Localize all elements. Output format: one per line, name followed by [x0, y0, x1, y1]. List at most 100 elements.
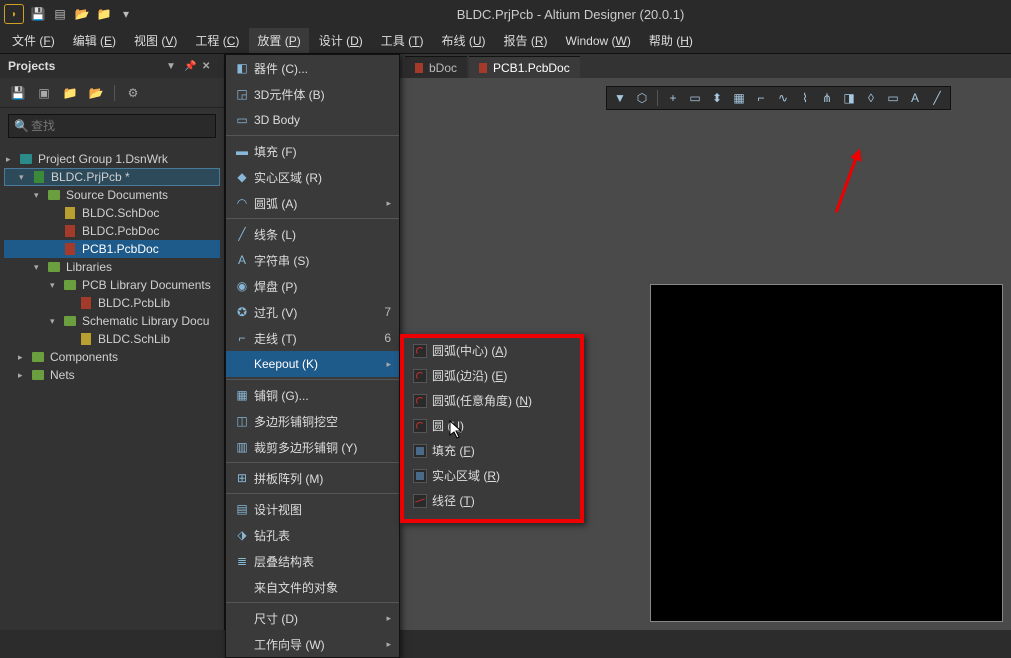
- menu-item[interactable]: ╱线条 (L): [226, 221, 399, 247]
- menu-item[interactable]: ◉焊盘 (P): [226, 273, 399, 299]
- menu-r[interactable]: 报告 (R): [496, 28, 556, 53]
- save-icon[interactable]: 💾: [30, 6, 46, 22]
- tree-node[interactable]: ▾Libraries: [4, 258, 220, 276]
- projects-panel: Projects ▼ 📌 ✕ 💾 ▣ 📁 📂 ⚙ 🔍 ▸Project Grou…: [0, 54, 225, 630]
- toolbar-btn-0[interactable]: ▼: [611, 89, 629, 107]
- tree-node[interactable]: BLDC.PcbLib: [4, 294, 220, 312]
- menu-c[interactable]: 工程 (C): [187, 28, 247, 53]
- menu-item[interactable]: 工作向导 (W)▸: [226, 631, 399, 657]
- open2-icon[interactable]: 📁: [96, 6, 112, 22]
- menu-item[interactable]: ≣层叠结构表: [226, 548, 399, 574]
- tab[interactable]: bDoc: [405, 56, 467, 78]
- search-icon: 🔍: [14, 119, 29, 133]
- menu-item[interactable]: ◲3D元件体 (B): [226, 81, 399, 107]
- title-bar: ◗ 💾 ▤ 📂 📁 ▾ BLDC.PrjPcb - Altium Designe…: [0, 0, 1011, 28]
- tree-node[interactable]: ▸Components: [4, 348, 220, 366]
- toolbar-btn-4[interactable]: ▭: [686, 89, 704, 107]
- tree-node[interactable]: ▾Schematic Library Docu: [4, 312, 220, 330]
- menu-v[interactable]: 视图 (V): [126, 28, 185, 53]
- project-tree[interactable]: ▸Project Group 1.DsnWrk▾BLDC.PrjPcb *▾So…: [0, 144, 224, 390]
- toolbar-btn-12[interactable]: ◊: [862, 89, 880, 107]
- menu-item[interactable]: A字符串 (S): [226, 247, 399, 273]
- menu-item[interactable]: ◆实心区域 (R): [226, 164, 399, 190]
- tree-node[interactable]: ▾BLDC.PrjPcb *: [4, 168, 220, 186]
- tree-node[interactable]: ▸Nets: [4, 366, 220, 384]
- search-input[interactable]: [8, 114, 216, 138]
- toolbar-btn-6[interactable]: ▦: [730, 89, 748, 107]
- more-icon[interactable]: ▾: [118, 6, 134, 22]
- toolbar-btn-1[interactable]: ⬡: [633, 89, 651, 107]
- menu-bar: 文件 (F)编辑 (E)视图 (V)工程 (C)放置 (P)设计 (D)工具 (…: [0, 28, 1011, 54]
- keepout-submenu[interactable]: 圆弧(中心) (A)圆弧(边沿) (E)圆弧(任意角度) (N)圆 (U)填充 …: [400, 334, 584, 523]
- save-all-icon[interactable]: ▤: [52, 6, 68, 22]
- save-proj-icon[interactable]: 💾: [10, 85, 26, 101]
- toolbar-btn-11[interactable]: ◨: [840, 89, 858, 107]
- toolbar-btn-9[interactable]: ⌇: [796, 89, 814, 107]
- toolbar-btn-7[interactable]: ⌐: [752, 89, 770, 107]
- menu-item[interactable]: ⌐走线 (T)6: [226, 325, 399, 351]
- menu-w[interactable]: Window (W): [558, 30, 639, 52]
- submenu-item[interactable]: 线径 (T): [404, 488, 580, 513]
- menu-item[interactable]: ▬填充 (F): [226, 138, 399, 164]
- folder-icon[interactable]: 📁: [62, 85, 78, 101]
- toolbar-btn-13[interactable]: ▭: [884, 89, 902, 107]
- menu-item[interactable]: ⊞拼板阵列 (M): [226, 465, 399, 491]
- quick-access-toolbar: 💾 ▤ 📂 📁 ▾: [30, 6, 134, 22]
- submenu-item[interactable]: 圆弧(中心) (A): [404, 338, 580, 363]
- close-panel-icon[interactable]: ✕: [202, 61, 216, 72]
- menu-item[interactable]: 尺寸 (D)▸: [226, 605, 399, 631]
- pin-icon[interactable]: ▼: [166, 61, 180, 72]
- menu-item[interactable]: ▦铺铜 (G)...: [226, 382, 399, 408]
- menu-e[interactable]: 编辑 (E): [65, 28, 124, 53]
- menu-item[interactable]: ◧器件 (C)...: [226, 55, 399, 81]
- editor-toolbar: ▼⬡+▭⬍▦⌐∿⌇⋔◨◊▭A╱: [606, 86, 951, 110]
- toolbar-btn-3[interactable]: +: [664, 89, 682, 107]
- panel-title: Projects: [8, 59, 55, 73]
- panel-toolbar: 💾 ▣ 📁 📂 ⚙: [0, 78, 224, 108]
- submenu-item[interactable]: 实心区域 (R): [404, 463, 580, 488]
- menu-item[interactable]: ⬗钻孔表: [226, 522, 399, 548]
- menu-item[interactable]: ▤设计视图: [226, 496, 399, 522]
- menu-item[interactable]: ◫多边形铺铜挖空: [226, 408, 399, 434]
- tree-node[interactable]: BLDC.SchDoc: [4, 204, 220, 222]
- settings-icon[interactable]: ⚙: [125, 85, 141, 101]
- toolbar-btn-8[interactable]: ∿: [774, 89, 792, 107]
- folder2-icon[interactable]: 📂: [88, 85, 104, 101]
- tree-node[interactable]: ▾Source Documents: [4, 186, 220, 204]
- menu-item[interactable]: 来自文件的对象: [226, 574, 399, 600]
- menu-item[interactable]: ▥裁剪多边形铺铜 (Y): [226, 434, 399, 460]
- toolbar-btn-5[interactable]: ⬍: [708, 89, 726, 107]
- menu-h[interactable]: 帮助 (H): [641, 28, 701, 53]
- pcb-canvas[interactable]: [650, 284, 1003, 622]
- tree-node[interactable]: BLDC.SchLib: [4, 330, 220, 348]
- open-icon[interactable]: 📂: [74, 6, 90, 22]
- menu-d[interactable]: 设计 (D): [311, 28, 371, 53]
- menu-f[interactable]: 文件 (F): [4, 28, 63, 53]
- panel-header: Projects ▼ 📌 ✕: [0, 54, 224, 78]
- menu-p[interactable]: 放置 (P): [249, 28, 308, 53]
- app-logo-icon: ◗: [4, 4, 24, 24]
- tree-node[interactable]: PCB1.PcbDoc: [4, 240, 220, 258]
- dropdown-icon[interactable]: 📌: [184, 61, 198, 72]
- menu-item[interactable]: ▭3D Body: [226, 107, 399, 133]
- submenu-item[interactable]: 填充 (F): [404, 438, 580, 463]
- place-menu-dropdown[interactable]: ◧器件 (C)...◲3D元件体 (B)▭3D Body ▬填充 (F)◆实心区域…: [225, 54, 400, 658]
- annotation-arrow: [835, 155, 858, 212]
- submenu-item[interactable]: 圆弧(边沿) (E): [404, 363, 580, 388]
- menu-u[interactable]: 布线 (U): [433, 28, 493, 53]
- menu-item[interactable]: ◠圆弧 (A)▸: [226, 190, 399, 216]
- submenu-item[interactable]: 圆弧(任意角度) (N): [404, 388, 580, 413]
- toolbar-btn-10[interactable]: ⋔: [818, 89, 836, 107]
- menu-item[interactable]: Keepout (K)▸: [226, 351, 399, 377]
- menu-t[interactable]: 工具 (T): [373, 28, 432, 53]
- menu-item[interactable]: ✪过孔 (V)7: [226, 299, 399, 325]
- tree-node[interactable]: ▾PCB Library Documents: [4, 276, 220, 294]
- window-title: BLDC.PrjPcb - Altium Designer (20.0.1): [134, 7, 1007, 22]
- tab[interactable]: PCB1.PcbDoc: [469, 56, 580, 78]
- toolbar-btn-14[interactable]: A: [906, 89, 924, 107]
- compile-icon[interactable]: ▣: [36, 85, 52, 101]
- tree-node[interactable]: ▸Project Group 1.DsnWrk: [4, 150, 220, 168]
- submenu-item[interactable]: 圆 (U): [404, 413, 580, 438]
- tree-node[interactable]: BLDC.PcbDoc: [4, 222, 220, 240]
- toolbar-btn-15[interactable]: ╱: [928, 89, 946, 107]
